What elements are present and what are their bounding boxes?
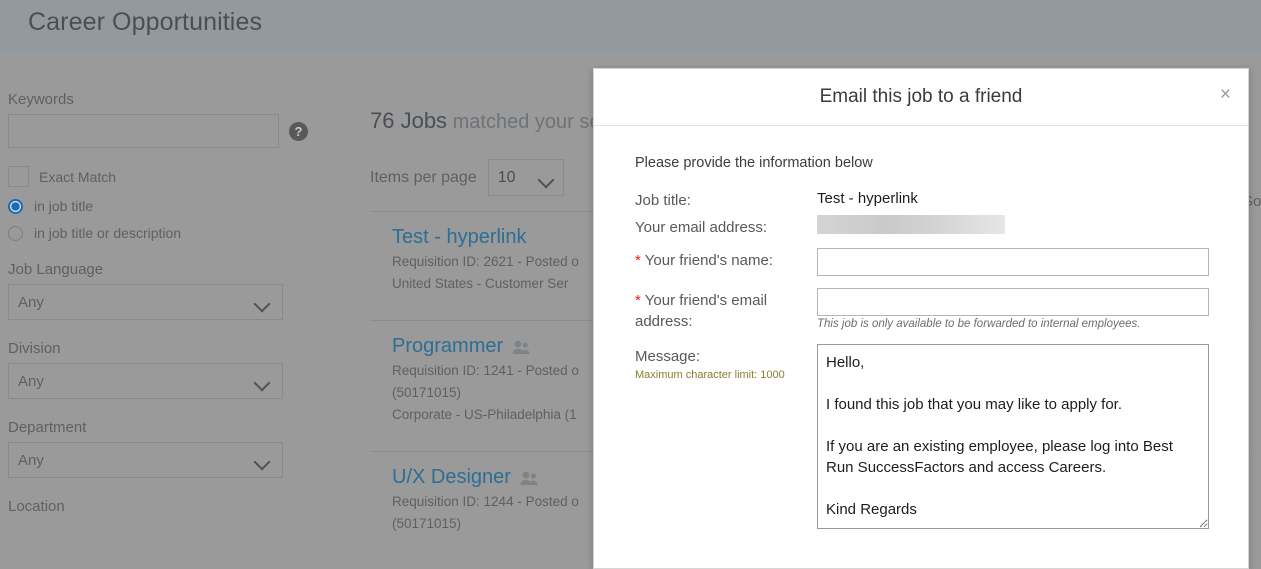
items-per-page-select[interactable]: 10 xyxy=(487,159,564,196)
message-limit-note: Maximum character limit: 1000 xyxy=(635,369,785,381)
radio-in-title-or-desc-row[interactable]: in job title or description xyxy=(8,225,308,241)
department-value: Any xyxy=(18,451,44,469)
department-select[interactable]: Any xyxy=(8,442,283,478)
required-marker: * xyxy=(635,292,641,309)
job-language-select[interactable]: Any xyxy=(8,284,283,320)
modal-title: Email this job to a friend xyxy=(819,86,1023,107)
exact-match-checkbox[interactable] xyxy=(8,166,29,187)
chevron-down-icon xyxy=(256,455,269,468)
radio-in-job-title-row[interactable]: in job title xyxy=(8,198,308,214)
exact-match-label: Exact Match xyxy=(39,168,117,185)
friend-email-note: This job is only available to be forward… xyxy=(817,318,1141,330)
items-per-page-value: 10 xyxy=(497,168,516,186)
radio-in-title-or-desc-label: in job title or description xyxy=(34,225,182,241)
message-field: Hello, I found this job that you may lik… xyxy=(817,344,1248,534)
division-select[interactable]: Any xyxy=(8,363,283,399)
keywords-row: ? xyxy=(8,114,308,148)
friend-name-label-text: Your friend's name: xyxy=(644,252,773,269)
friend-name-input[interactable] xyxy=(817,248,1209,276)
job-title-value: Test - hyperlink xyxy=(817,190,918,207)
radio-in-job-title[interactable] xyxy=(8,198,23,214)
results-count-number: 76 Jobs xyxy=(370,108,448,133)
job-title-link[interactable]: Programmer xyxy=(392,335,503,358)
location-label: Location xyxy=(8,498,65,515)
job-title-row: Job title: Test - hyperlink xyxy=(635,188,1248,211)
department-label: Department xyxy=(8,419,87,436)
message-label-block: Message: Maximum character limit: 1000 xyxy=(635,344,817,534)
friend-name-label: * Your friend's name: xyxy=(635,248,817,276)
message-textarea[interactable]: Hello, I found this job that you may lik… xyxy=(817,344,1209,529)
exact-match-row[interactable]: Exact Match xyxy=(8,166,308,187)
search-filters-panel: Keywords ? Exact Match in job title in j… xyxy=(8,90,308,521)
required-marker: * xyxy=(635,252,641,269)
job-title-label: Job title: xyxy=(635,192,691,209)
modal-intro-text: Please provide the information below xyxy=(635,155,873,171)
job-language-label: Job Language xyxy=(8,261,104,278)
modal-body: Please provide the information below Job… xyxy=(594,126,1248,534)
keywords-input[interactable] xyxy=(8,114,279,148)
friend-email-input[interactable] xyxy=(817,288,1209,316)
chevron-down-icon xyxy=(256,297,269,310)
people-icon xyxy=(520,471,538,485)
friend-email-row: * Your friend's email address: This job … xyxy=(635,288,1248,332)
friend-email-label: * Your friend's email address: xyxy=(635,288,817,332)
job-title-link[interactable]: U/X Designer xyxy=(392,466,511,489)
keywords-label: Keywords xyxy=(8,91,74,108)
radio-in-job-title-label: in job title xyxy=(34,198,94,214)
job-language-value: Any xyxy=(18,293,44,311)
friend-name-row: * Your friend's name: xyxy=(635,248,1248,276)
close-icon[interactable]: × xyxy=(1220,85,1231,104)
division-value: Any xyxy=(18,372,44,390)
chevron-down-icon xyxy=(540,173,553,186)
message-label: Message: xyxy=(635,348,701,365)
division-label: Division xyxy=(8,340,61,357)
job-title-link[interactable]: Test - hyperlink xyxy=(392,226,527,249)
job-title-field: Test - hyperlink xyxy=(817,188,1248,211)
friend-email-label-text: Your friend's email address: xyxy=(635,292,768,330)
help-icon[interactable]: ? xyxy=(289,121,308,141)
friend-email-field: This job is only available to be forward… xyxy=(817,288,1248,332)
your-email-label: Your email address: xyxy=(635,219,768,236)
radio-in-job-title-or-description[interactable] xyxy=(8,225,23,241)
your-email-field xyxy=(817,215,1248,238)
page-title: Career Opportunities xyxy=(28,8,263,36)
friend-name-field xyxy=(817,248,1248,276)
items-per-page-label: Items per page xyxy=(370,168,477,186)
email-job-modal: Email this job to a friend × Please prov… xyxy=(593,68,1249,569)
your-email-redacted-value xyxy=(817,215,1005,234)
modal-header: Email this job to a friend × xyxy=(594,69,1248,126)
people-icon xyxy=(512,340,530,354)
message-row: Message: Maximum character limit: 1000 H… xyxy=(635,344,1248,534)
your-email-row: Your email address: xyxy=(635,215,1248,238)
chevron-down-icon xyxy=(256,376,269,389)
